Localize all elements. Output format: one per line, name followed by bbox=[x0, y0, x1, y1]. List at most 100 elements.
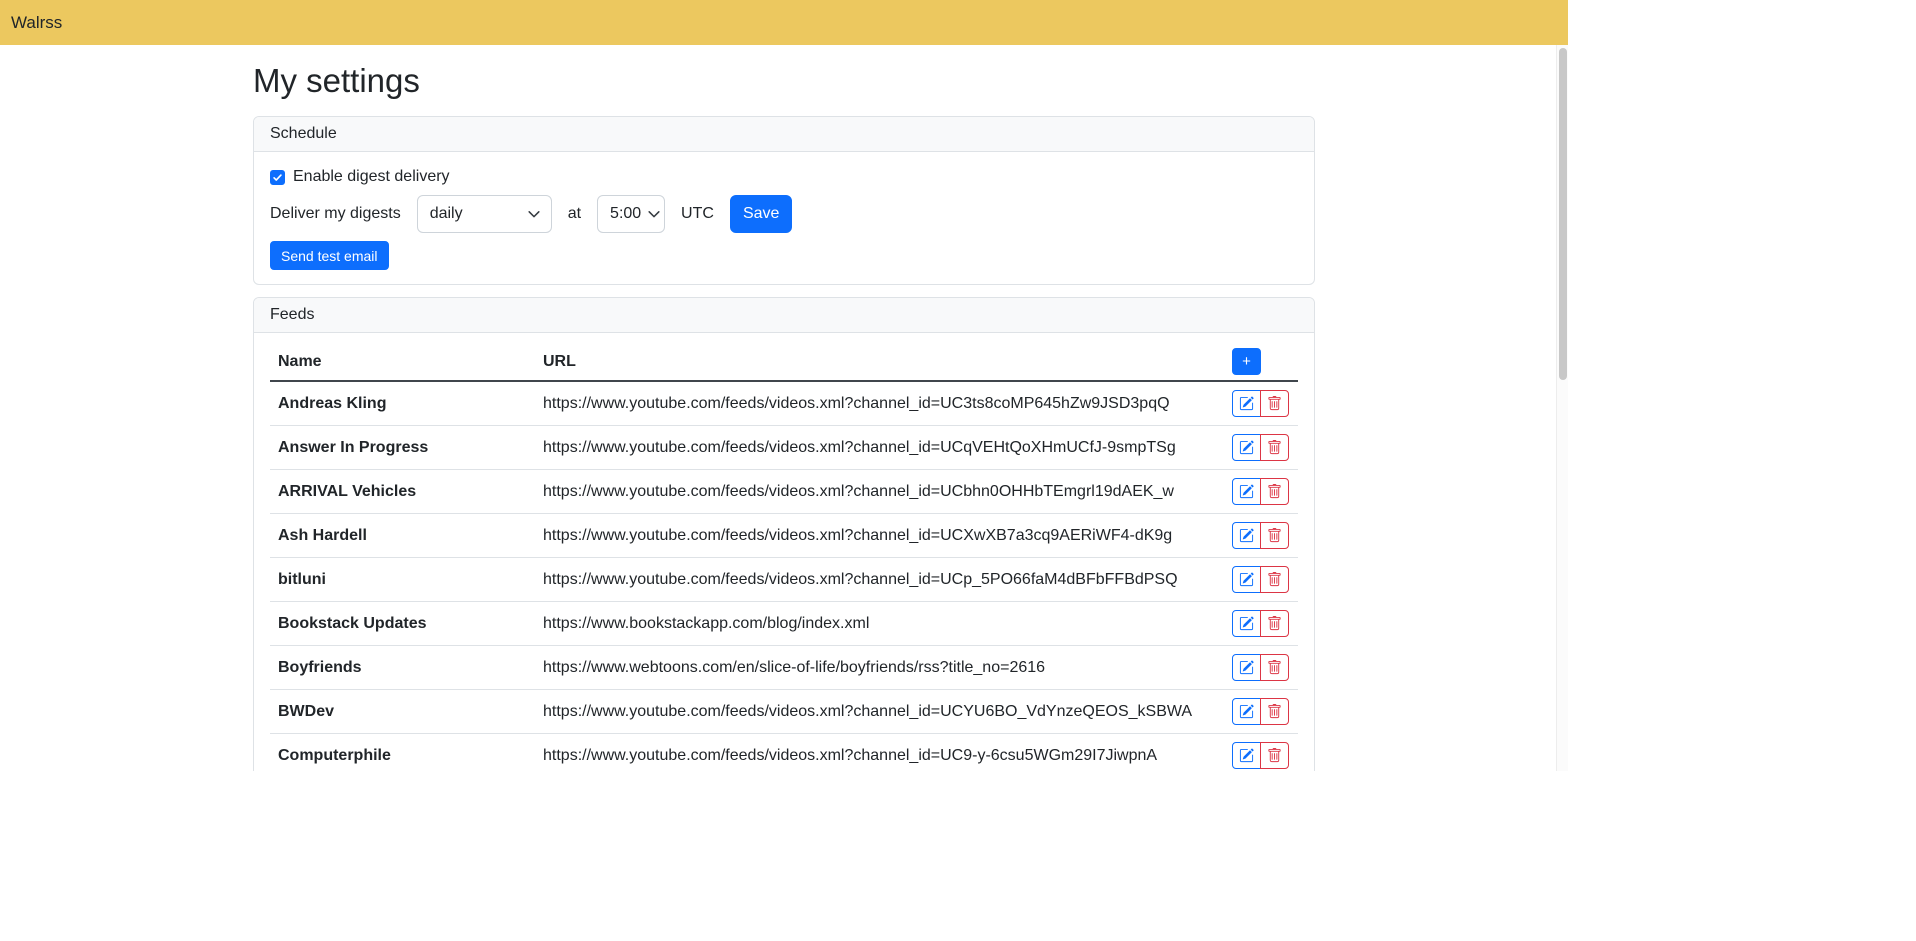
feed-url: https://www.youtube.com/feeds/videos.xml… bbox=[535, 558, 1224, 602]
feed-row: Computerphile https://www.youtube.com/fe… bbox=[270, 734, 1298, 772]
time-selected-value: 5:00 bbox=[610, 205, 641, 223]
pencil-square-icon bbox=[1239, 616, 1254, 631]
feed-actions bbox=[1224, 690, 1298, 734]
navbar-brand[interactable]: Walrss bbox=[11, 13, 62, 33]
feed-row: bitluni https://www.youtube.com/feeds/vi… bbox=[270, 558, 1298, 602]
feed-url: https://www.youtube.com/feeds/videos.xml… bbox=[535, 470, 1224, 514]
feeds-table-header-row: Name URL + bbox=[270, 346, 1298, 381]
feed-row: Bookstack Updates https://www.bookstacka… bbox=[270, 602, 1298, 646]
chevron-down-icon bbox=[527, 207, 541, 221]
feed-actions bbox=[1224, 646, 1298, 690]
feeds-card-header: Feeds bbox=[254, 298, 1314, 333]
feed-url: https://www.webtoons.com/en/slice-of-lif… bbox=[535, 646, 1224, 690]
delete-feed-button[interactable] bbox=[1260, 434, 1289, 461]
edit-feed-button[interactable] bbox=[1232, 522, 1261, 549]
trash-icon bbox=[1267, 396, 1282, 411]
feed-action-group bbox=[1232, 654, 1289, 681]
schedule-card-header: Schedule bbox=[254, 117, 1314, 152]
feed-row: Ash Hardell https://www.youtube.com/feed… bbox=[270, 514, 1298, 558]
feeds-card: Feeds Name URL + bbox=[253, 297, 1315, 771]
navbar: Walrss bbox=[0, 0, 1568, 45]
trash-icon bbox=[1267, 748, 1282, 763]
delete-feed-button[interactable] bbox=[1260, 654, 1289, 681]
feed-action-group bbox=[1232, 478, 1289, 505]
edit-feed-button[interactable] bbox=[1232, 742, 1261, 769]
feed-name: bitluni bbox=[270, 558, 535, 602]
edit-feed-button[interactable] bbox=[1232, 390, 1261, 417]
feed-actions bbox=[1224, 734, 1298, 772]
pencil-square-icon bbox=[1239, 660, 1254, 675]
feed-row: Andreas Kling https://www.youtube.com/fe… bbox=[270, 381, 1298, 426]
pencil-square-icon bbox=[1239, 528, 1254, 543]
delete-feed-button[interactable] bbox=[1260, 522, 1289, 549]
feeds-card-body: Name URL + Andreas Kling https://w bbox=[254, 333, 1314, 771]
enable-digest-checkbox[interactable] bbox=[270, 170, 285, 185]
deliver-label: Deliver my digests bbox=[270, 205, 401, 223]
feed-actions bbox=[1224, 514, 1298, 558]
feed-url: https://www.youtube.com/feeds/videos.xml… bbox=[535, 426, 1224, 470]
column-header-name: Name bbox=[270, 346, 535, 381]
enable-digest-row: Enable digest delivery bbox=[270, 165, 1298, 189]
feed-action-group bbox=[1232, 390, 1289, 417]
column-header-actions: + bbox=[1224, 346, 1298, 381]
edit-feed-button[interactable] bbox=[1232, 434, 1261, 461]
chevron-down-icon bbox=[647, 207, 661, 221]
feeds-table: Name URL + Andreas Kling https://w bbox=[270, 346, 1298, 771]
trash-icon bbox=[1267, 660, 1282, 675]
feed-actions bbox=[1224, 426, 1298, 470]
trash-icon bbox=[1267, 440, 1282, 455]
feed-url: https://www.youtube.com/feeds/videos.xml… bbox=[535, 734, 1224, 772]
feed-row: Boyfriends https://www.webtoons.com/en/s… bbox=[270, 646, 1298, 690]
edit-feed-button[interactable] bbox=[1232, 478, 1261, 505]
feed-action-group bbox=[1232, 742, 1289, 769]
feed-url: https://www.youtube.com/feeds/videos.xml… bbox=[535, 690, 1224, 734]
time-select[interactable]: 5:00 bbox=[597, 195, 665, 233]
pencil-square-icon bbox=[1239, 440, 1254, 455]
delete-feed-button[interactable] bbox=[1260, 742, 1289, 769]
trash-icon bbox=[1267, 616, 1282, 631]
feed-name: Boyfriends bbox=[270, 646, 535, 690]
edit-feed-button[interactable] bbox=[1232, 654, 1261, 681]
delete-feed-button[interactable] bbox=[1260, 610, 1289, 637]
feed-row: BWDev https://www.youtube.com/feeds/vide… bbox=[270, 690, 1298, 734]
pencil-square-icon bbox=[1239, 572, 1254, 587]
feed-name: Andreas Kling bbox=[270, 381, 535, 426]
delete-feed-button[interactable] bbox=[1260, 390, 1289, 417]
delivery-controls-row: Deliver my digests daily at 5:00 bbox=[270, 195, 1298, 233]
send-test-email-button[interactable]: Send test email bbox=[270, 241, 389, 270]
feed-name: ARRIVAL Vehicles bbox=[270, 470, 535, 514]
feed-name: Answer In Progress bbox=[270, 426, 535, 470]
feed-actions bbox=[1224, 470, 1298, 514]
feed-name: Computerphile bbox=[270, 734, 535, 772]
delete-feed-button[interactable] bbox=[1260, 478, 1289, 505]
edit-feed-button[interactable] bbox=[1232, 610, 1261, 637]
schedule-card-body: Enable digest delivery Deliver my digest… bbox=[254, 152, 1314, 284]
scrollbar-thumb[interactable] bbox=[1559, 48, 1567, 380]
feed-action-group bbox=[1232, 610, 1289, 637]
enable-digest-label[interactable]: Enable digest delivery bbox=[293, 168, 450, 186]
edit-feed-button[interactable] bbox=[1232, 698, 1261, 725]
trash-icon bbox=[1267, 704, 1282, 719]
edit-feed-button[interactable] bbox=[1232, 566, 1261, 593]
feed-actions bbox=[1224, 558, 1298, 602]
feed-url: https://www.bookstackapp.com/blog/index.… bbox=[535, 602, 1224, 646]
add-feed-button[interactable]: + bbox=[1232, 348, 1261, 375]
page-title: My settings bbox=[253, 62, 1315, 100]
browser-viewport: Walrss My settings Schedule Enable diges… bbox=[0, 0, 1568, 771]
test-email-row: Send test email bbox=[270, 241, 1298, 270]
frequency-select[interactable]: daily bbox=[417, 195, 552, 233]
feed-name: Bookstack Updates bbox=[270, 602, 535, 646]
check-icon bbox=[272, 172, 283, 183]
feed-actions bbox=[1224, 602, 1298, 646]
scrollbar[interactable] bbox=[1556, 45, 1568, 771]
feed-row: Answer In Progress https://www.youtube.c… bbox=[270, 426, 1298, 470]
feed-name: Ash Hardell bbox=[270, 514, 535, 558]
feed-actions bbox=[1224, 381, 1298, 426]
delete-feed-button[interactable] bbox=[1260, 566, 1289, 593]
pencil-square-icon bbox=[1239, 748, 1254, 763]
delete-feed-button[interactable] bbox=[1260, 698, 1289, 725]
feed-action-group bbox=[1232, 434, 1289, 461]
save-button[interactable]: Save bbox=[730, 195, 792, 233]
pencil-square-icon bbox=[1239, 704, 1254, 719]
feed-name: BWDev bbox=[270, 690, 535, 734]
